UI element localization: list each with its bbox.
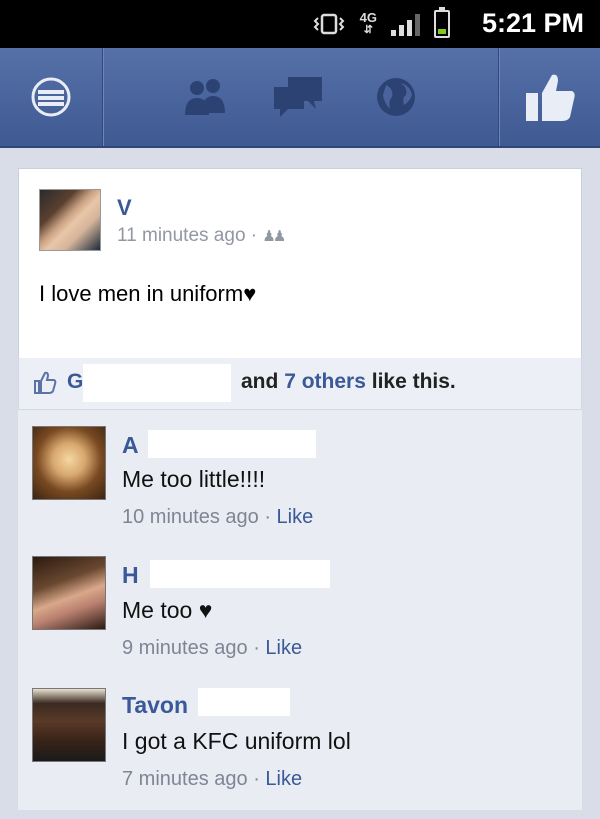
post-text: I love men in uniform♥ bbox=[39, 281, 257, 306]
like-page-button[interactable] bbox=[499, 48, 600, 146]
comment-text: I got a KFC uniform lol bbox=[122, 728, 351, 754]
comment-meta: 7 minutes ago · Like bbox=[122, 768, 303, 790]
comment-meta: 10 minutes ago · Like bbox=[122, 506, 314, 528]
messages-button[interactable] bbox=[262, 48, 334, 146]
commenter-avatar[interactable] bbox=[32, 426, 106, 500]
notifications-globe-icon bbox=[377, 78, 415, 116]
comment-text: Me too little!!!! bbox=[122, 466, 266, 492]
signal-icon bbox=[391, 12, 420, 36]
menu-button[interactable] bbox=[0, 48, 102, 146]
likes-text: and 7 others like this. bbox=[241, 370, 456, 393]
vibrate-icon bbox=[313, 13, 345, 35]
commenter-avatar[interactable] bbox=[32, 556, 106, 630]
menu-icon bbox=[31, 77, 71, 117]
post-card: V 11 minutes ago · ♟♟ I love men in unif… bbox=[18, 168, 582, 358]
commenter-name[interactable]: Tavon bbox=[122, 692, 188, 719]
post-author-name[interactable]: V bbox=[117, 195, 132, 221]
status-bar: 4G ⇵ 5:21 PM bbox=[0, 0, 600, 48]
like-icon bbox=[525, 74, 575, 121]
comment-like-link[interactable]: Like bbox=[277, 506, 314, 528]
comment: H Me too ♥ 9 minutes ago · Like bbox=[18, 540, 582, 670]
post-time[interactable]: 11 minutes ago bbox=[117, 225, 246, 246]
top-nav-bar bbox=[0, 48, 600, 148]
post-author-avatar[interactable] bbox=[39, 189, 101, 251]
redaction-box bbox=[150, 560, 330, 588]
likes-summary[interactable]: G and 7 others like this. bbox=[18, 358, 582, 410]
friend-requests-button[interactable] bbox=[170, 48, 240, 146]
meta-separator: · bbox=[250, 225, 258, 246]
battery-icon bbox=[434, 7, 450, 38]
liker-name[interactable]: G bbox=[67, 370, 83, 394]
comment-meta: 9 minutes ago · Like bbox=[122, 637, 303, 659]
commenter-name[interactable]: A bbox=[122, 432, 139, 459]
comment-time: 10 minutes ago bbox=[122, 506, 259, 528]
commenter-name[interactable]: H bbox=[122, 562, 139, 589]
thumbs-up-icon bbox=[33, 371, 57, 401]
others-link[interactable]: 7 others bbox=[284, 370, 366, 393]
comment-time: 7 minutes ago bbox=[122, 768, 248, 790]
post-meta: 11 minutes ago · ♟♟ bbox=[117, 225, 286, 247]
redaction-box bbox=[198, 688, 290, 716]
network-4g-icon: 4G ⇵ bbox=[359, 10, 377, 36]
friend-requests-icon bbox=[185, 79, 225, 115]
comment: Tavon I got a KFC uniform lol 7 minutes … bbox=[18, 672, 582, 810]
messages-icon bbox=[274, 77, 322, 117]
redaction-box bbox=[83, 364, 231, 402]
status-icons: 4G ⇵ bbox=[312, 6, 450, 42]
comments-list: A Me too little!!!! 10 minutes ago · Lik… bbox=[18, 410, 582, 810]
commenter-avatar[interactable] bbox=[32, 688, 106, 762]
notifications-button[interactable] bbox=[360, 48, 432, 146]
redaction-box bbox=[148, 430, 316, 458]
comment-text: Me too ♥ bbox=[122, 597, 213, 623]
status-time: 5:21 PM bbox=[481, 8, 584, 38]
comment-time: 9 minutes ago bbox=[122, 637, 248, 659]
comment-like-link[interactable]: Like bbox=[265, 637, 302, 659]
comment-like-link[interactable]: Like bbox=[265, 768, 302, 790]
comment: A Me too little!!!! 10 minutes ago · Lik… bbox=[18, 410, 582, 540]
friends-privacy-icon: ♟♟ bbox=[262, 228, 286, 245]
